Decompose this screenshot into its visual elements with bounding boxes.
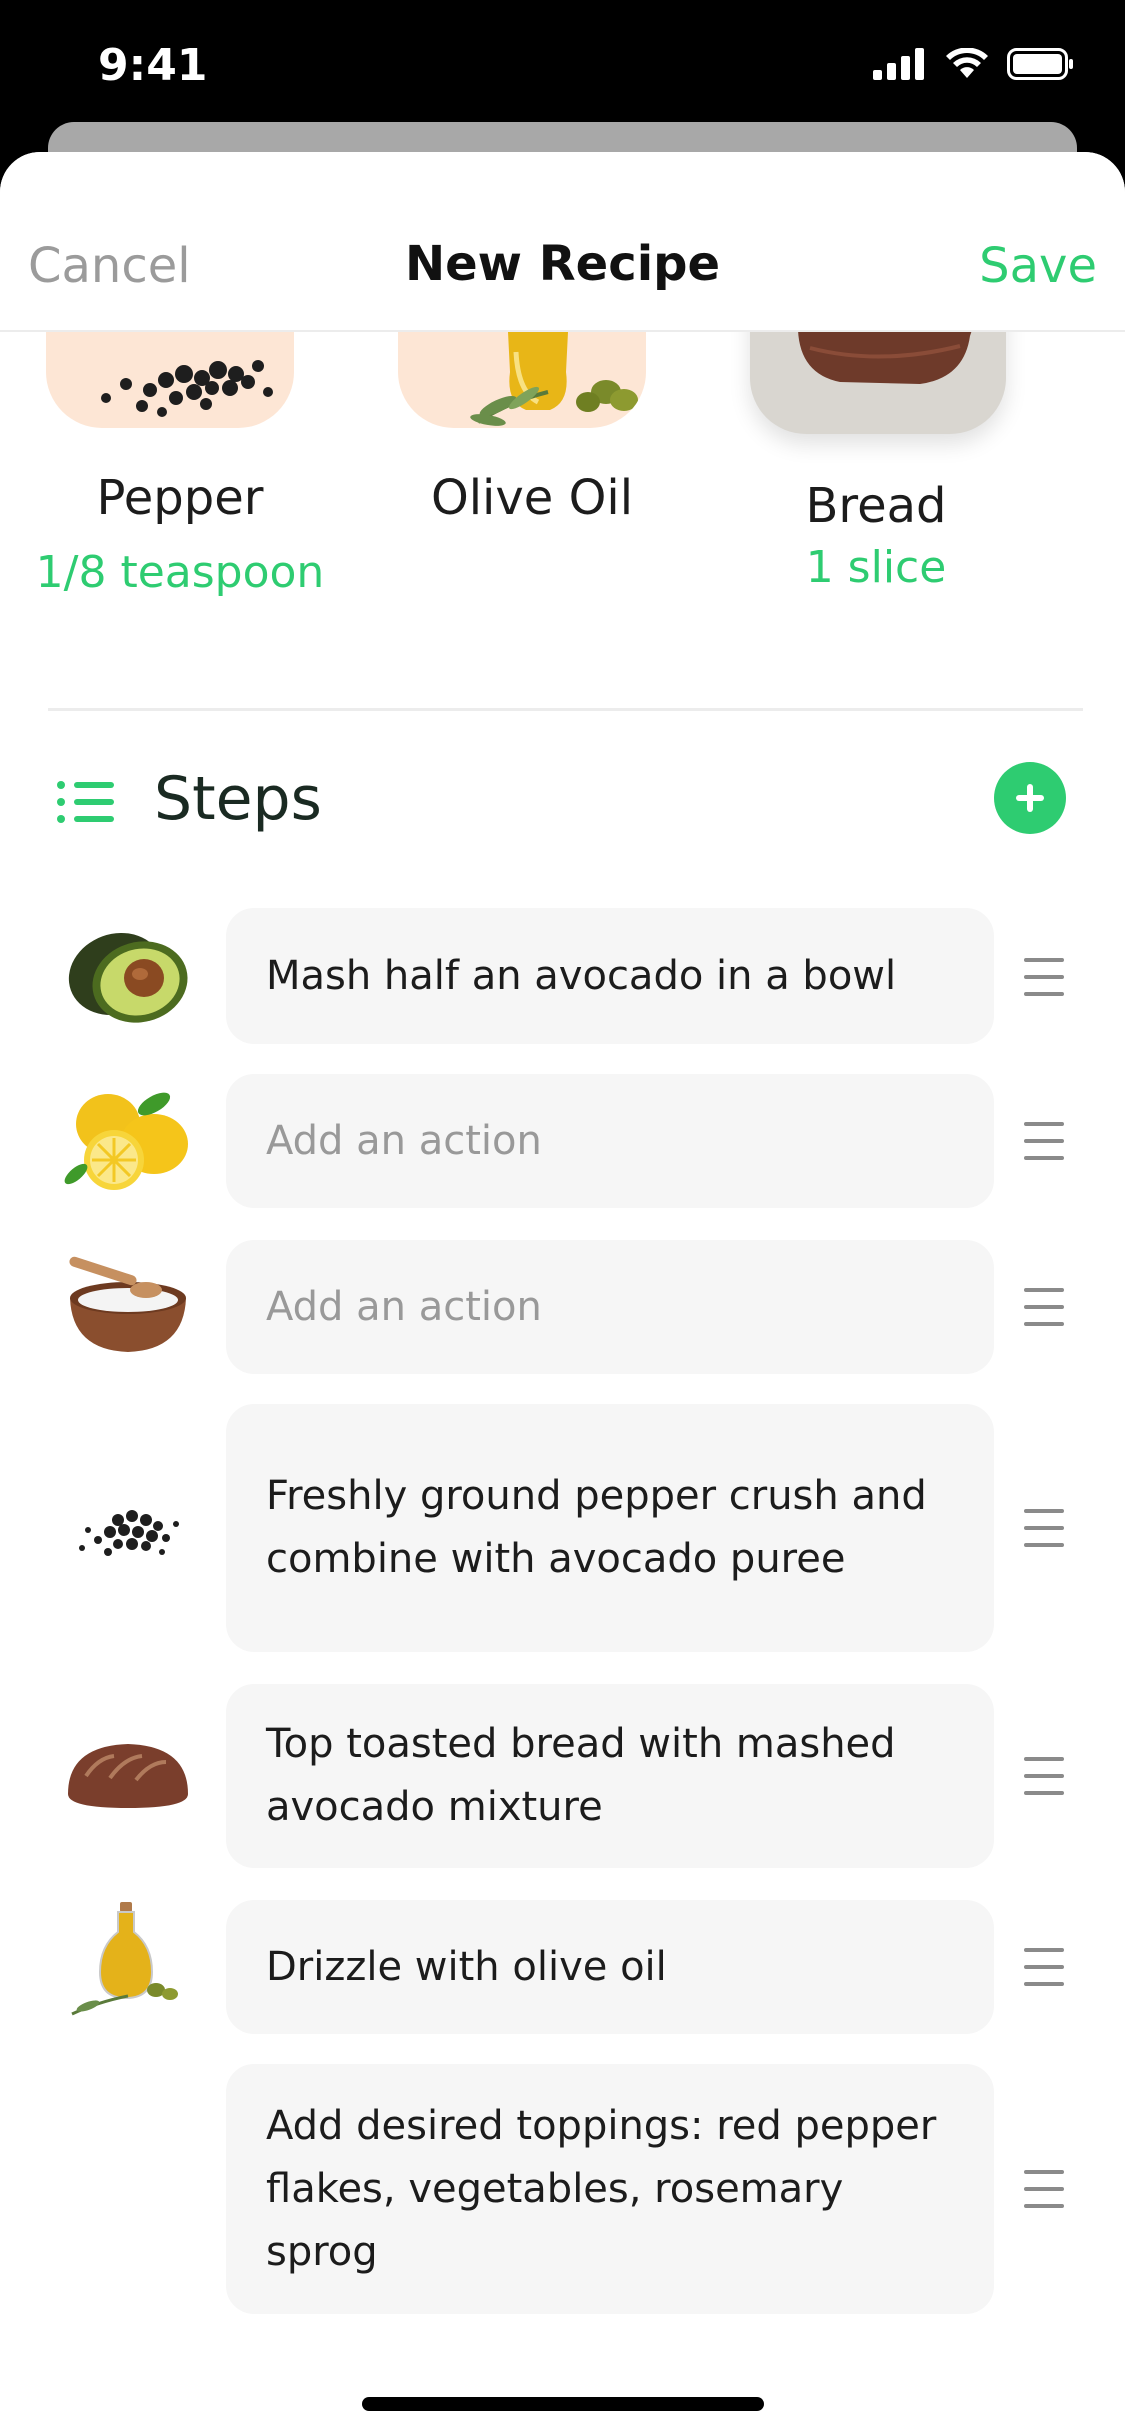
pepper-icon: [79, 1510, 179, 1556]
step-text: Freshly ground pepper crush and combine …: [266, 1473, 927, 1582]
step-row: Top toasted bread with mashed avocado mi…: [0, 1684, 1125, 1868]
navigation-bar: Cancel New Recipe Save: [0, 152, 1125, 332]
step-row: Freshly ground pepper crush and combine …: [0, 1404, 1125, 1652]
steps-section-header: Steps: [56, 756, 1066, 848]
olive-oil-icon: [71, 1902, 178, 2016]
cellular-signal-icon: [873, 48, 924, 80]
home-indicator: [362, 2397, 764, 2411]
drag-handle-icon[interactable]: [1024, 1948, 1064, 1986]
bread-icon: [68, 1744, 188, 1808]
step-input[interactable]: Add an action: [226, 1074, 994, 1208]
step-input[interactable]: Add an action: [226, 1240, 994, 1374]
step-row: Add an action: [0, 1240, 1125, 1374]
new-recipe-sheet: Cancel New Recipe Save Pepper 1/8 teaspo…: [0, 152, 1125, 2436]
drag-handle-icon[interactable]: [1024, 2170, 1064, 2208]
avocado-icon: [68, 932, 188, 1023]
lemon-icon: [64, 1092, 188, 1190]
status-bar: 9:41: [0, 0, 1125, 140]
ingredient-name: Bread: [805, 478, 947, 534]
step-text: Drizzle with olive oil: [266, 1943, 667, 1990]
step-input[interactable]: Drizzle with olive oil: [226, 1900, 994, 2034]
ingredient-name: Olive Oil: [430, 470, 634, 526]
list-icon: [57, 781, 114, 823]
step-text: Mash half an avocado in a bowl: [266, 952, 897, 999]
add-step-button[interactable]: [994, 762, 1066, 834]
step-input[interactable]: Add desired toppings: red pepper flakes,…: [226, 2064, 994, 2314]
step-input[interactable]: Mash half an avocado in a bowl: [226, 908, 994, 1044]
drag-handle-icon[interactable]: [1024, 958, 1064, 996]
battery-icon: [1007, 48, 1073, 80]
section-divider: [48, 708, 1083, 711]
status-time: 9:41: [98, 40, 208, 91]
salt-bowl-icon: [69, 1256, 186, 1352]
drag-handle-icon[interactable]: [1024, 1509, 1064, 1547]
step-row: Drizzle with olive oil: [0, 1900, 1125, 2034]
step-text: Top toasted bread with mashed avocado mi…: [266, 1721, 896, 1830]
step-row: Add desired toppings: red pepper flakes,…: [0, 2064, 1125, 2314]
cancel-button[interactable]: Cancel: [28, 238, 191, 294]
drag-handle-icon[interactable]: [1024, 1122, 1064, 1160]
wifi-icon: [946, 48, 988, 78]
step-placeholder-text: Add an action: [266, 1117, 542, 1164]
step-input[interactable]: Top toasted bread with mashed avocado mi…: [226, 1684, 994, 1868]
step-row: Mash half an avocado in a bowl: [0, 908, 1125, 1044]
step-placeholder-text: Add an action: [266, 1283, 542, 1330]
ingredient-quantity: 1/8 teaspoon: [35, 547, 325, 598]
ingredient-name: Pepper: [96, 470, 264, 526]
status-icons: [873, 48, 1075, 80]
steps-title: Steps: [154, 764, 322, 834]
drag-handle-icon[interactable]: [1024, 1288, 1064, 1326]
drag-handle-icon[interactable]: [1024, 1757, 1064, 1795]
step-text: Add desired toppings: red pepper flakes,…: [266, 2102, 937, 2275]
ingredient-quantity: 1 slice: [805, 542, 947, 593]
step-input[interactable]: Freshly ground pepper crush and combine …: [226, 1404, 994, 1652]
save-button[interactable]: Save: [979, 238, 1097, 294]
step-row: Add an action: [0, 1074, 1125, 1208]
